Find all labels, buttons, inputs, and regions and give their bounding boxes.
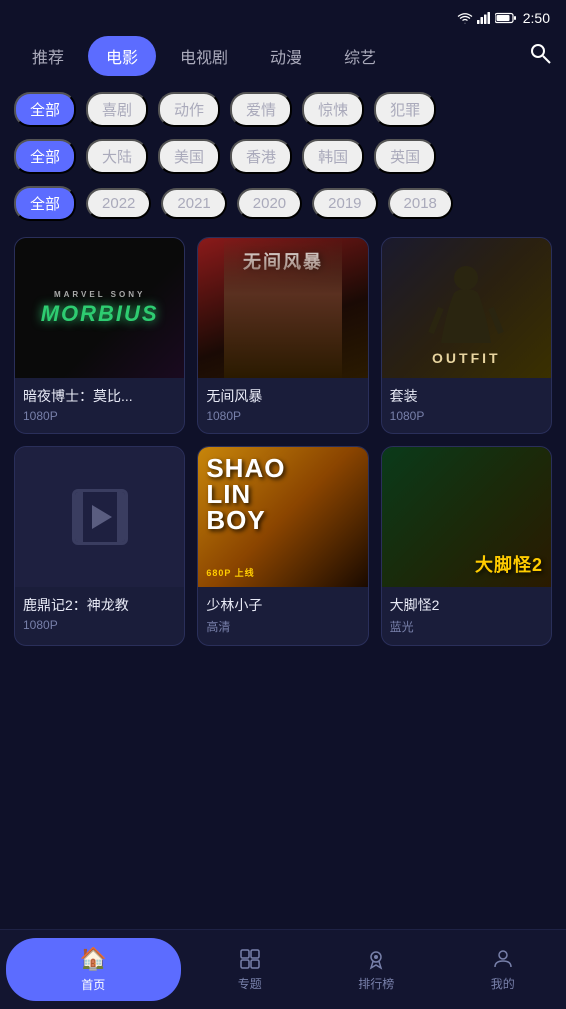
bottom-nav: 🏠 首页 专题 排行榜 我的 [0,929,566,1009]
filter-year-2021[interactable]: 2021 [161,188,226,219]
movies-section: MARVEL SONY MORBIUS 暗夜博士：莫比... 1080P 无间风… [0,227,566,646]
nav-item-ranking[interactable]: 排行榜 [313,947,440,992]
filter-genre-romance[interactable]: 爱情 [230,92,292,127]
outfit-silhouette [426,263,506,353]
movie-card-luding[interactable]: 鹿鼎记2：神龙教 1080P [14,446,185,646]
nav-item-topic[interactable]: 专题 [187,947,314,992]
movie-title: 暗夜博士：莫比... [23,386,176,406]
movie-info-morbius: 暗夜博士：莫比... 1080P [15,378,184,433]
tab-recommend[interactable]: 推荐 [14,36,82,76]
ranking-icon [364,947,388,971]
movie-poster-wujian [198,238,367,378]
filter-region-all[interactable]: 全部 [14,139,76,174]
movie-poster-shaolin: SHAOLINBOY 680P 上线 [198,447,367,587]
search-button[interactable] [528,41,552,71]
filter-region-hk[interactable]: 香港 [230,139,292,174]
film-placeholder-icon [72,489,128,545]
battery-icon [495,12,517,24]
nav-label-mine: 我的 [491,975,515,992]
mine-icon [491,947,515,971]
nav-label-home: 首页 [81,976,105,993]
movie-quality: 蓝光 [390,618,543,635]
filter-year: 全部 2022 2021 2020 2019 2018 [0,180,566,227]
filter-region: 全部 大陆 美国 香港 韩国 英国 [0,133,566,180]
filter-region-korea[interactable]: 韩国 [302,139,364,174]
movie-title: 套装 [390,386,543,406]
signal-icon [477,12,491,24]
movie-card-shaolin[interactable]: SHAOLINBOY 680P 上线 少林小子 高清 [197,446,368,646]
filter-year-all[interactable]: 全部 [14,186,76,221]
movie-title: 鹿鼎记2：神龙教 [23,595,176,615]
filter-region-usa[interactable]: 美国 [158,139,220,174]
movie-card-dajiao[interactable]: 大脚怪2 大脚怪2 蓝光 [381,446,552,646]
status-icons [457,12,517,24]
nav-item-mine[interactable]: 我的 [440,947,566,992]
nav-item-home[interactable]: 🏠 首页 [6,938,181,1001]
top-nav: 推荐 电影 电视剧 动漫 综艺 [0,36,566,76]
movie-poster-morbius: MARVEL SONY MORBIUS [15,238,184,378]
filter-genre-all[interactable]: 全部 [14,92,76,127]
movie-poster-luding [15,447,184,587]
morbius-logo: MARVEL SONY MORBIUS [41,290,159,327]
filter-genre-comedy[interactable]: 喜剧 [86,92,148,127]
filter-year-2020[interactable]: 2020 [237,188,302,219]
tab-variety[interactable]: 综艺 [326,36,394,76]
movie-info-wujian: 无间风暴 1080P [198,378,367,433]
movie-info-shaolin: 少林小子 高清 [198,587,367,645]
tab-tv[interactable]: 电视剧 [162,36,246,76]
movies-grid: MARVEL SONY MORBIUS 暗夜博士：莫比... 1080P 无间风… [14,237,552,646]
home-icon: 🏠 [80,946,107,972]
filter-genre-action[interactable]: 动作 [158,92,220,127]
filter-year-2022[interactable]: 2022 [86,188,151,219]
movie-card-wujian[interactable]: 无间风暴 1080P [197,237,368,434]
filter-region-uk[interactable]: 英国 [374,139,436,174]
filter-year-2018[interactable]: 2018 [388,188,453,219]
movie-info-dajiao: 大脚怪2 蓝光 [382,587,551,645]
movie-quality: 1080P [23,409,176,423]
movie-quality: 高清 [206,618,359,635]
movie-quality: 1080P [23,618,176,632]
movie-poster-dajiao: 大脚怪2 [382,447,551,587]
filter-year-2019[interactable]: 2019 [312,188,377,219]
time-display: 2:50 [523,10,550,26]
movie-quality: 1080P [206,409,359,423]
tab-anime[interactable]: 动漫 [252,36,320,76]
movie-quality: 1080P [390,409,543,423]
filter-genre-crime[interactable]: 犯罪 [374,92,436,127]
movie-poster-outfit [382,238,551,378]
filter-region-mainland[interactable]: 大陆 [86,139,148,174]
nav-label-topic: 专题 [238,975,262,992]
movie-title: 无间风暴 [206,386,359,406]
topic-icon [238,947,262,971]
tab-movie[interactable]: 电影 [88,36,156,76]
nav-label-ranking: 排行榜 [358,975,394,992]
movie-title: 少林小子 [206,595,359,615]
filter-genre-thriller[interactable]: 惊悚 [302,92,364,127]
movie-info-outfit: 套装 1080P [382,378,551,433]
wifi-icon [457,12,473,24]
movie-info-luding: 鹿鼎记2：神龙教 1080P [15,587,184,642]
movie-card-outfit[interactable]: 套装 1080P [381,237,552,434]
search-icon [528,41,552,65]
status-bar: 2:50 [0,0,566,36]
filter-genre: 全部 喜剧 动作 爱情 惊悚 犯罪 [0,86,566,133]
movie-title: 大脚怪2 [390,595,543,615]
movie-card-morbius[interactable]: MARVEL SONY MORBIUS 暗夜博士：莫比... 1080P [14,237,185,434]
